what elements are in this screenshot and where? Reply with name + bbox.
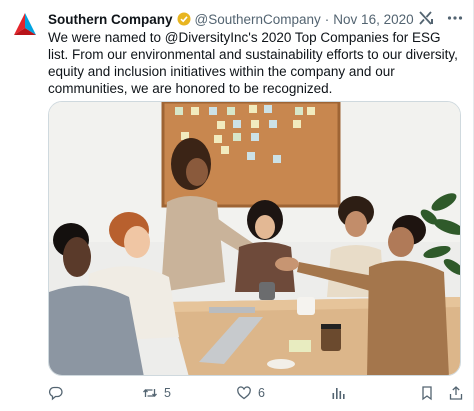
like-count: 6 — [258, 386, 265, 400]
company-logo-icon[interactable] — [9, 9, 41, 41]
share-button[interactable] — [448, 381, 464, 405]
author-name[interactable]: Southern Company — [48, 12, 173, 27]
retweet-icon — [143, 389, 157, 397]
bookmark-icon — [422, 386, 432, 401]
share-icon — [449, 386, 463, 400]
tweet-image[interactable] — [48, 101, 461, 376]
author-handle[interactable]: @SouthernCompany — [195, 12, 321, 27]
grok-icon[interactable] — [417, 9, 435, 27]
tweet-card[interactable]: Southern Company @SouthernCompany · Nov … — [0, 0, 474, 411]
bookmark-button[interactable] — [419, 381, 435, 405]
more-icon[interactable] — [445, 8, 465, 28]
retweet-button[interactable]: 5 — [142, 381, 171, 405]
tweet-actions: 5 6 — [48, 381, 466, 405]
reply-icon — [48, 386, 63, 401]
tweet-date[interactable]: Nov 16, 2020 — [333, 12, 413, 27]
verified-badge-icon — [177, 12, 191, 26]
reply-button[interactable] — [48, 381, 70, 405]
like-button[interactable]: 6 — [236, 381, 265, 405]
views-button[interactable] — [330, 381, 352, 405]
tweet-text: We were named to @DiversityInc's 2020 To… — [48, 30, 458, 96]
like-icon — [237, 386, 251, 400]
tweet-header: Southern Company @SouthernCompany · Nov … — [48, 9, 463, 29]
views-icon — [332, 388, 345, 399]
separator-dot: · — [324, 11, 330, 27]
retweet-count: 5 — [164, 386, 171, 400]
